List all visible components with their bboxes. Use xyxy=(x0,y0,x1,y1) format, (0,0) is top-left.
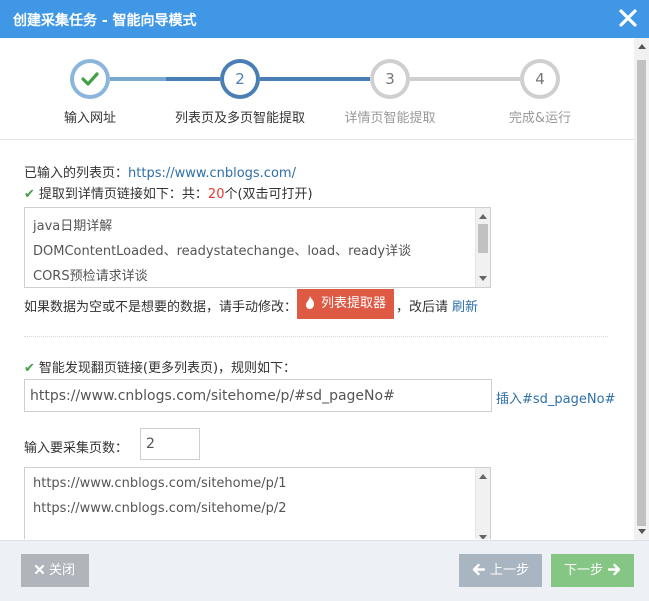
list-page-line: 已输入的列表页：https://www.cnblogs.com/ xyxy=(24,162,296,181)
scroll-up-icon[interactable] xyxy=(638,44,646,49)
dialog-content: 已输入的列表页：https://www.cnblogs.com/ ✔ 提取到详情页… xyxy=(0,141,634,539)
paging-rule-input[interactable] xyxy=(24,379,492,412)
scrollbar-thumb[interactable] xyxy=(478,224,488,253)
list-item[interactable]: DOMContentLoaded、readystatechange、load、r… xyxy=(33,240,411,259)
section-divider xyxy=(24,336,608,337)
scroll-up-icon[interactable] xyxy=(479,474,487,479)
step-3-label: 详情页智能提取 xyxy=(344,111,436,126)
list-item[interactable]: https://www.cnblogs.com/sitehome/p/2 xyxy=(33,501,287,516)
dialog-scrollbar[interactable] xyxy=(634,38,649,540)
insert-pageno-link[interactable]: 插入#sd_pageNo# xyxy=(496,388,615,407)
paging-title: ✔ 智能发现翻页链接(更多列表页)，规则如下： xyxy=(24,357,296,376)
pages-label: 输入要采集页数： xyxy=(24,441,129,456)
wizard-steps: 2 3 4 输入网址 列表页及多页智能提取 详情页智能提取 完成&运行 xyxy=(0,38,634,140)
step-2-number: 2 xyxy=(224,63,256,95)
scroll-down-icon[interactable] xyxy=(479,535,487,539)
step-4-label: 完成&运行 xyxy=(508,111,572,126)
dialog-titlebar: 创建采集任务 - 智能向导模式 xyxy=(0,0,649,38)
after-text: ，改后请 xyxy=(396,300,449,315)
step-connector xyxy=(260,77,370,81)
extract-summary: ✔ 提取到详情页链接如下：共：20个(双击可打开) xyxy=(24,183,313,202)
refresh-link[interactable]: 刷新 xyxy=(452,300,478,315)
scrollbar-thumb[interactable] xyxy=(637,60,646,526)
step-4-circle: 4 xyxy=(520,59,560,99)
step-1-circle xyxy=(70,59,110,99)
step-connector xyxy=(110,77,166,81)
checkmark-icon xyxy=(81,72,99,86)
list-extractor-button[interactable]: 列表提取器 xyxy=(297,289,394,319)
extract-count: 20 xyxy=(207,187,225,202)
close-button[interactable]: 关闭 xyxy=(21,554,89,587)
x-icon xyxy=(34,565,44,574)
list-scrollbar[interactable] xyxy=(475,468,490,539)
list-page-prefix: 已输入的列表页： xyxy=(24,166,129,181)
arrow-right-icon xyxy=(608,563,621,576)
extract-suffix: 个(双击可打开) xyxy=(224,187,313,202)
manual-hint: 如果数据为空或不是想要的数据，请手动修改： xyxy=(24,300,298,315)
step-connector xyxy=(410,77,520,81)
list-extractor-label: 列表提取器 xyxy=(320,296,386,311)
list-scrollbar[interactable] xyxy=(475,208,490,287)
scroll-down-icon[interactable] xyxy=(479,276,487,281)
list-item[interactable]: https://www.cnblogs.com/sitehome/p/1 xyxy=(33,476,287,491)
close-button-label: 关闭 xyxy=(48,563,75,578)
paging-title-text: 智能发现翻页链接(更多列表页)，规则如下： xyxy=(38,361,297,376)
dialog-title: 创建采集任务 - 智能向导模式 xyxy=(13,13,197,29)
checkmark-icon: ✔ xyxy=(24,187,35,202)
list-page-url[interactable]: https://www.cnblogs.com/ xyxy=(128,166,296,181)
extract-prefix: 提取到详情页链接如下：共： xyxy=(38,187,208,202)
step-1-label: 输入网址 xyxy=(63,111,116,126)
scroll-up-icon[interactable] xyxy=(479,214,487,219)
after-text-line: ，改后请 刷新 xyxy=(396,296,478,315)
pointer-icon xyxy=(305,296,314,309)
step-3-number: 3 xyxy=(374,63,406,95)
list-item[interactable]: CORS预检请求详谈 xyxy=(33,265,148,284)
prev-button[interactable]: 上一步 xyxy=(459,554,542,587)
close-icon[interactable] xyxy=(617,6,639,30)
checkmark-icon: ✔ xyxy=(24,361,35,376)
step-2-label: 列表页及多页智能提取 xyxy=(174,111,305,126)
list-item[interactable]: java日期详解 xyxy=(33,215,112,234)
dialog-footer: 关闭 上一步 下一步 xyxy=(0,540,649,601)
scroll-down-icon[interactable] xyxy=(638,529,646,534)
step-2-circle: 2 xyxy=(220,59,260,99)
next-button[interactable]: 下一步 xyxy=(551,554,634,587)
step-3-circle: 3 xyxy=(370,59,410,99)
arrow-left-icon xyxy=(472,563,485,576)
page-url-list[interactable]: https://www.cnblogs.com/sitehome/p/1 htt… xyxy=(24,467,491,539)
next-button-label: 下一步 xyxy=(563,563,603,578)
prev-button-label: 上一步 xyxy=(489,563,529,578)
step-4-number: 4 xyxy=(524,63,556,95)
detail-link-list[interactable]: java日期详解 DOMContentLoaded、readystatechan… xyxy=(24,207,491,288)
pages-count-input[interactable] xyxy=(140,428,200,460)
step-connector xyxy=(166,77,220,81)
